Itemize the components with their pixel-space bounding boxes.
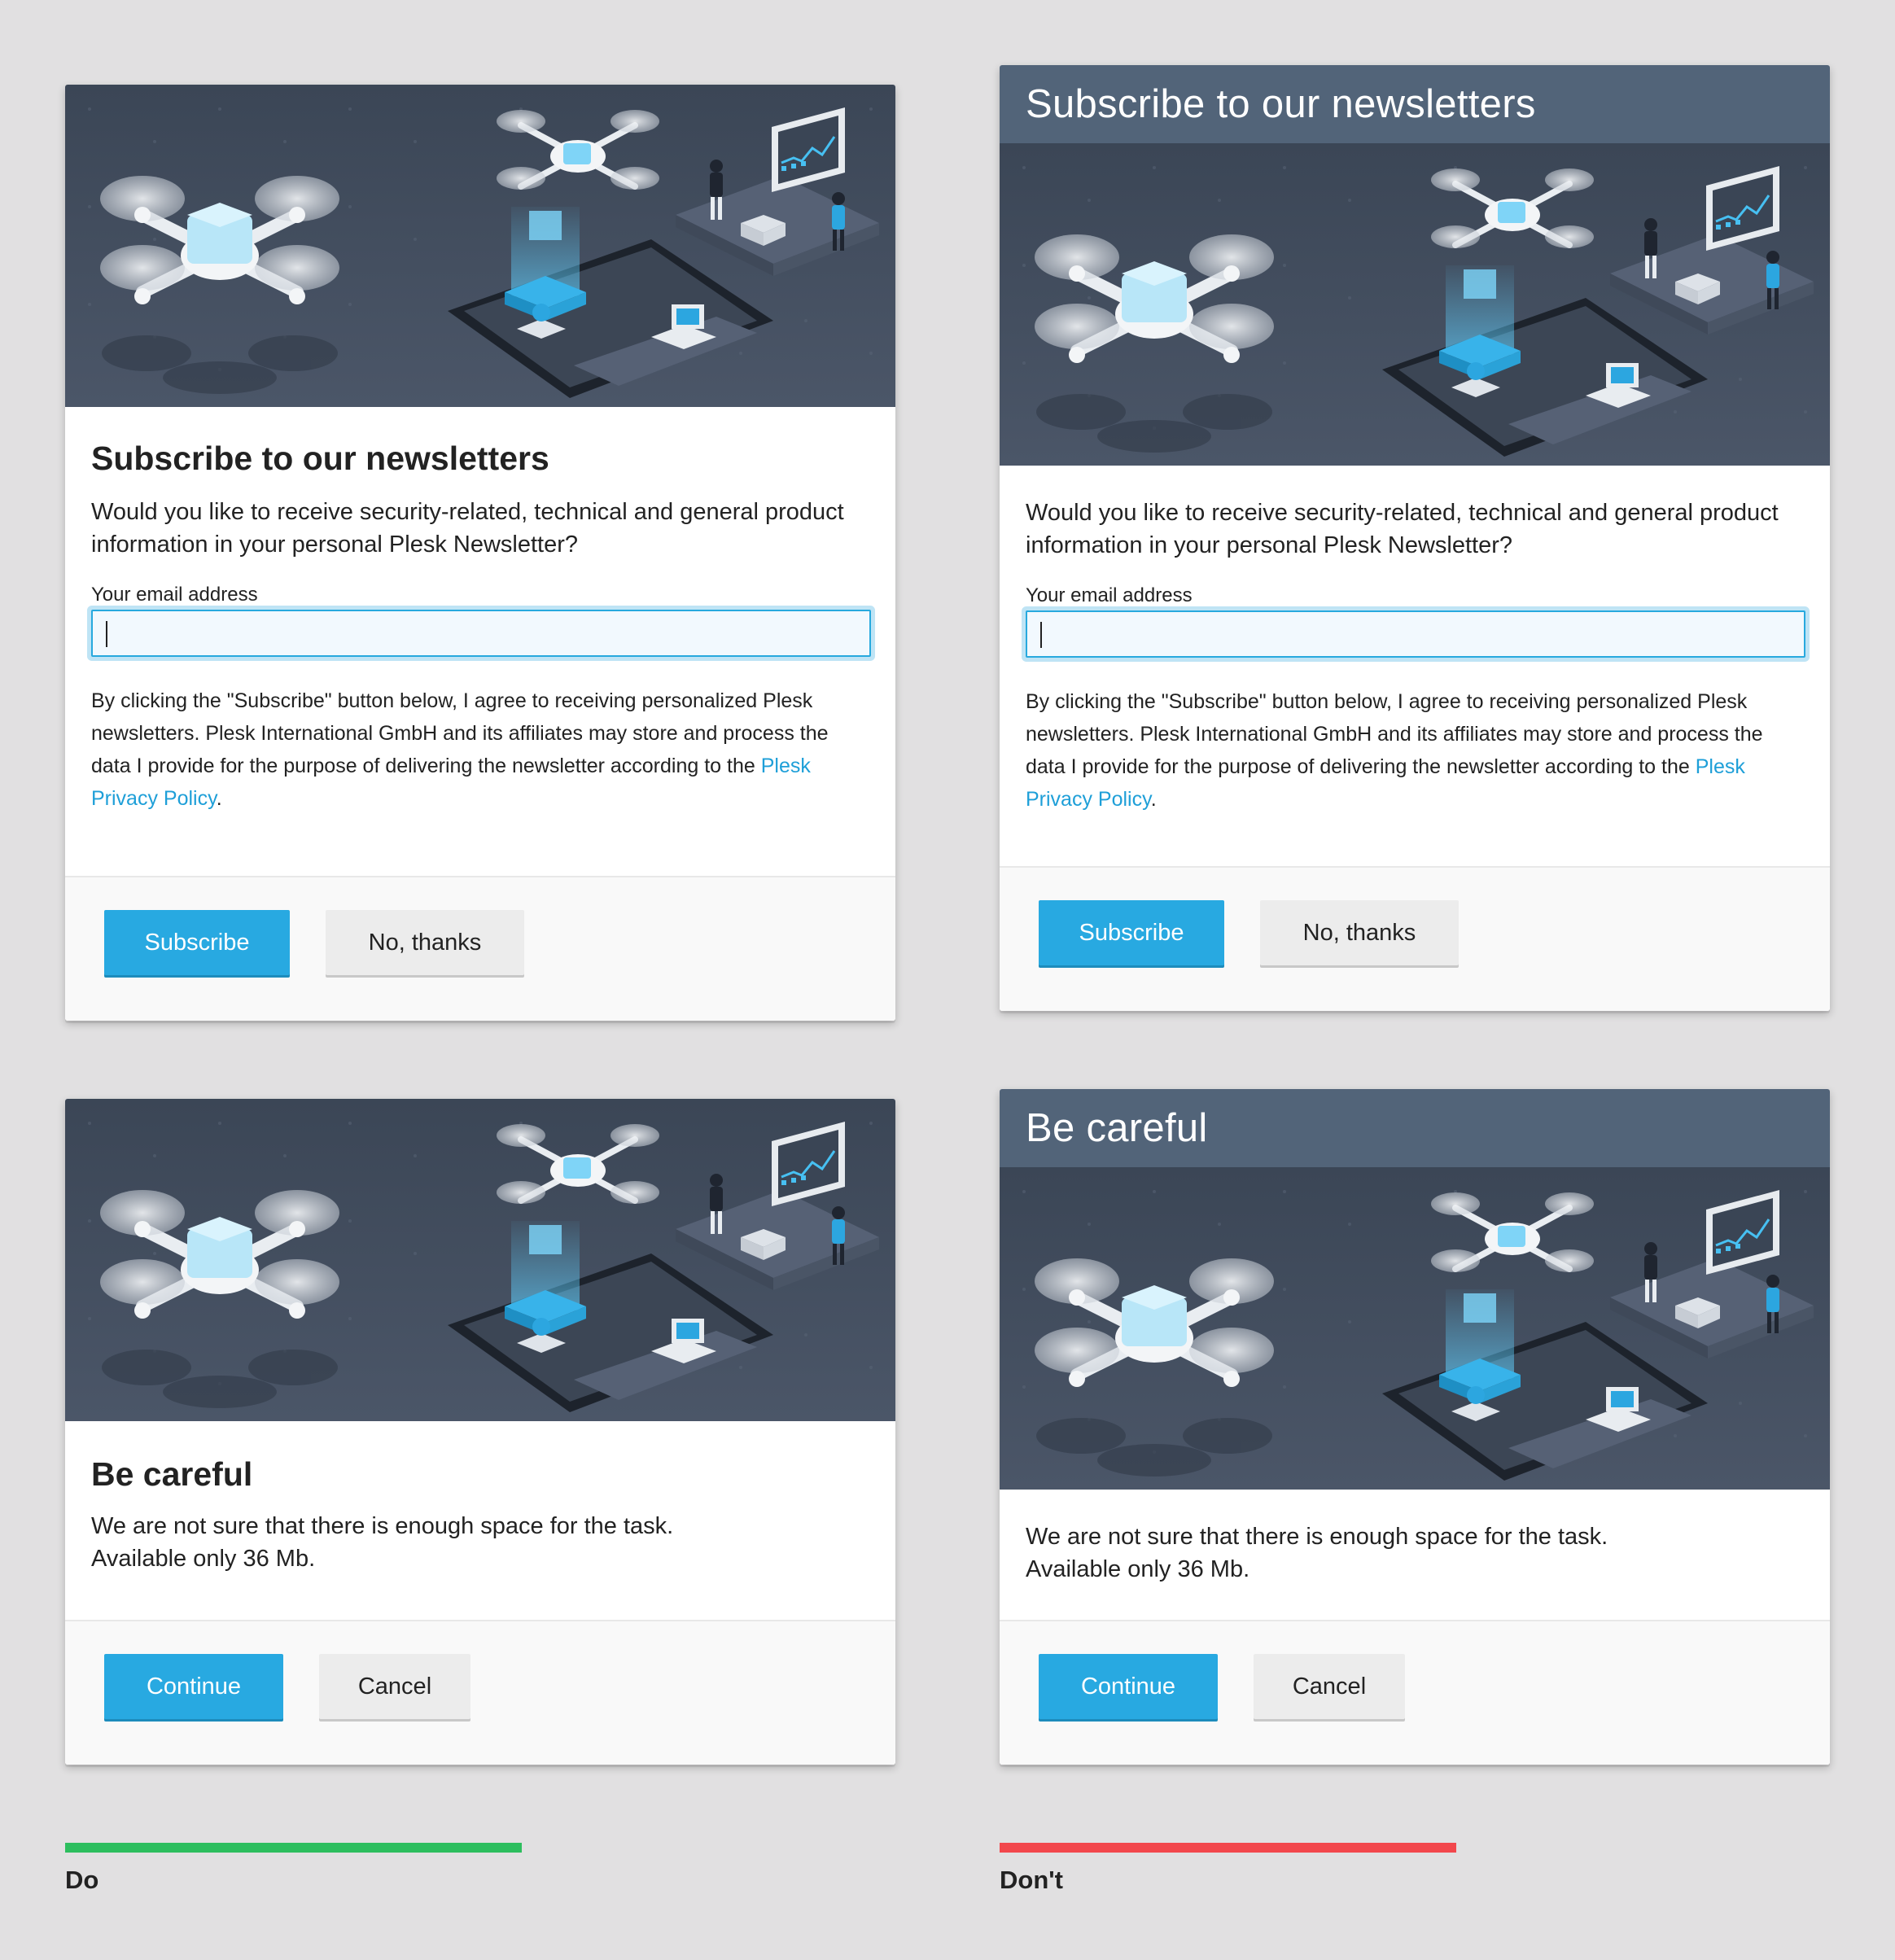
dialog-body: Subscribe to our newsletters Would you l…: [65, 407, 895, 815]
consent-body: By clicking the "Subscribe" button below…: [91, 689, 829, 777]
cancel-button[interactable]: Cancel: [1254, 1654, 1405, 1719]
dialog-footer: Subscribe No, thanks: [1000, 866, 1830, 1011]
email-label: Your email address: [91, 584, 258, 606]
newsletter-dialog-do: Subscribe to our newsletters Would you l…: [65, 85, 895, 1021]
text-caret: [1040, 622, 1042, 648]
dialog-body: Be careful We are not sure that there is…: [65, 1421, 895, 1575]
newsletter-dialog-dont: Subscribe to our newsletters Would you l…: [1000, 65, 1830, 1011]
warning-dialog-do: Be careful We are not sure that there is…: [65, 1099, 895, 1765]
warning-line-1: We are not sure that there is enough spa…: [1026, 1524, 1608, 1550]
drone-illustration-svg: [1000, 143, 1830, 466]
newsletter-question: Would you like to receive security-relat…: [91, 499, 844, 558]
drone-illustration-svg: [65, 1099, 895, 1421]
no-thanks-button[interactable]: No, thanks: [1260, 900, 1459, 965]
dont-label: Don't: [1000, 1866, 1063, 1894]
consent-text: By clicking the "Subscribe" button below…: [1026, 685, 1804, 816]
dont-marker-bar: [1000, 1843, 1456, 1853]
continue-button[interactable]: Continue: [1039, 1654, 1218, 1719]
drone-delivery-illustration: [65, 85, 895, 407]
email-field[interactable]: [91, 610, 871, 657]
drone-illustration-svg: [1000, 1167, 1830, 1490]
do-marker-bar: [65, 1843, 522, 1853]
cancel-button[interactable]: Cancel: [319, 1654, 470, 1719]
newsletter-question: Would you like to receive security-relat…: [1026, 500, 1779, 558]
no-thanks-button[interactable]: No, thanks: [326, 910, 524, 975]
subscribe-button[interactable]: Subscribe: [1039, 900, 1224, 965]
dialog-body: We are not sure that there is enough spa…: [1000, 1520, 1830, 1586]
do-label: Do: [65, 1866, 99, 1894]
continue-button[interactable]: Continue: [104, 1654, 283, 1719]
dialog-title-bar: Subscribe to our newsletters: [1000, 65, 1830, 143]
dialog-title: Subscribe to our newsletters: [91, 440, 549, 477]
dialog-footer: Subscribe No, thanks: [65, 876, 895, 1021]
consent-end: .: [1150, 788, 1157, 811]
warning-line-1: We are not sure that there is enough spa…: [91, 1513, 674, 1539]
dialog-title: Be careful: [91, 1455, 253, 1493]
drone-delivery-illustration: [1000, 1167, 1830, 1490]
subscribe-button[interactable]: Subscribe: [104, 910, 290, 975]
dialog-title-bar: Be careful: [1000, 1089, 1830, 1167]
text-caret: [106, 621, 107, 647]
warning-line-2: Available only 36 Mb.: [91, 1546, 316, 1572]
consent-body: By clicking the "Subscribe" button below…: [1026, 690, 1763, 778]
dialog-footer: Continue Cancel: [65, 1620, 895, 1765]
warning-dialog-dont: Be careful We are not sure that there is…: [1000, 1089, 1830, 1765]
email-field[interactable]: [1026, 610, 1805, 658]
drone-delivery-illustration: [1000, 143, 1830, 466]
consent-end: .: [216, 787, 222, 810]
drone-illustration-svg: [65, 85, 895, 407]
drone-delivery-illustration: [65, 1099, 895, 1421]
dialog-body: Would you like to receive security-relat…: [1000, 497, 1830, 816]
email-label: Your email address: [1026, 584, 1193, 606]
consent-text: By clicking the "Subscribe" button below…: [91, 685, 869, 815]
dialog-footer: Continue Cancel: [1000, 1620, 1830, 1765]
warning-line-2: Available only 36 Mb.: [1026, 1556, 1250, 1582]
